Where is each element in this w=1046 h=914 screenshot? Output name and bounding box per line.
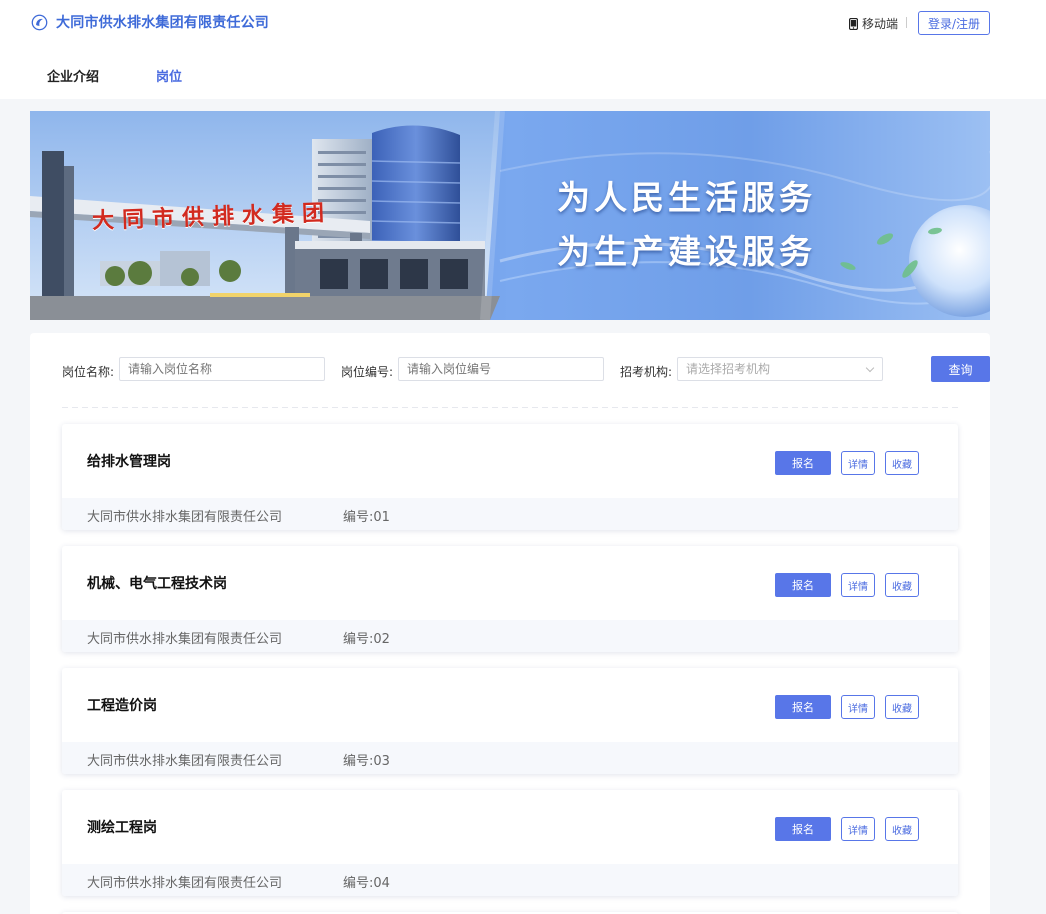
- job-company: 大同市供水排水集团有限责任公司: [87, 632, 283, 647]
- mobile-label: 移动端: [862, 17, 899, 31]
- job-card: 给排水管理岗 报名 详情 收藏 大同市供水排水集团有限责任公司 编号:01: [62, 424, 958, 530]
- job-code: 编号:01: [343, 510, 390, 525]
- query-button[interactable]: 查询: [931, 356, 990, 382]
- job-title[interactable]: 给排水管理岗: [87, 451, 171, 471]
- nav-item-company-intro[interactable]: 企业介绍: [47, 66, 99, 85]
- apply-button[interactable]: 报名: [775, 817, 831, 841]
- mobile-link[interactable]: 移动端: [849, 15, 898, 32]
- company-logo-icon: [31, 14, 48, 30]
- job-meta-row: 大同市供水排水集团有限责任公司 编号:02: [62, 620, 958, 652]
- position-name-input[interactable]: [119, 357, 325, 381]
- apply-button[interactable]: 报名: [775, 451, 831, 475]
- detail-button[interactable]: 详情: [841, 573, 875, 597]
- position-code-label: 岗位编号:: [341, 365, 394, 379]
- hero-banner: 大同市供排水集团 为人民生活服务 为生产建设服务: [30, 111, 990, 320]
- dashed-divider: [62, 407, 958, 408]
- detail-button[interactable]: 详情: [841, 451, 875, 475]
- chevron-down-icon: [865, 363, 875, 373]
- job-code: 编号:04: [343, 876, 390, 891]
- positions-panel: 岗位名称: 岗位编号: 招考机构: 请选择招考机构 查询 给排水管理岗 报名 详…: [30, 333, 990, 914]
- company-name: 大同市供水排水集团有限责任公司: [56, 15, 269, 31]
- job-card: 工程造价岗 报名 详情 收藏 大同市供水排水集团有限责任公司 编号:03: [62, 668, 958, 774]
- job-title[interactable]: 测绘工程岗: [87, 817, 157, 837]
- top-header: 大同市供水排水集团有限责任公司 移动端 登录/注册 企业介绍 岗位: [0, 0, 1046, 99]
- job-meta-row: 大同市供水排水集团有限责任公司 编号:03: [62, 742, 958, 774]
- login-register-button[interactable]: 登录/注册: [918, 11, 990, 35]
- job-code: 编号:03: [343, 754, 390, 769]
- job-company: 大同市供水排水集团有限责任公司: [87, 876, 283, 891]
- job-meta-row: 大同市供水排水集团有限责任公司 编号:04: [62, 864, 958, 896]
- favorite-button[interactable]: 收藏: [885, 573, 919, 597]
- phone-icon: [849, 17, 858, 30]
- job-company: 大同市供水排水集团有限责任公司: [87, 754, 283, 769]
- job-card: 测绘工程岗 报名 详情 收藏 大同市供水排水集团有限责任公司 编号:04: [62, 790, 958, 896]
- recruiting-org-select[interactable]: 请选择招考机构: [677, 357, 883, 381]
- job-title[interactable]: 工程造价岗: [87, 695, 157, 715]
- detail-button[interactable]: 详情: [841, 817, 875, 841]
- recruiting-org-placeholder: 请选择招考机构: [686, 362, 771, 376]
- nav-item-positions[interactable]: 岗位: [156, 66, 182, 85]
- header-separator: [906, 17, 907, 28]
- job-title[interactable]: 机械、电气工程技术岗: [87, 573, 227, 593]
- filter-bar: 岗位名称: 岗位编号: 招考机构: 请选择招考机构 查询: [62, 356, 990, 383]
- detail-button[interactable]: 详情: [841, 695, 875, 719]
- favorite-button[interactable]: 收藏: [885, 695, 919, 719]
- favorite-button[interactable]: 收藏: [885, 451, 919, 475]
- banner-slogan-line1: 为人民生活服务: [557, 178, 816, 217]
- main-nav: 企业介绍 岗位: [47, 66, 239, 85]
- position-code-input[interactable]: [398, 357, 604, 381]
- job-meta-row: 大同市供水排水集团有限责任公司 编号:01: [62, 498, 958, 530]
- position-name-label: 岗位名称:: [62, 365, 115, 379]
- apply-button[interactable]: 报名: [775, 573, 831, 597]
- apply-button[interactable]: 报名: [775, 695, 831, 719]
- recruiting-org-label: 招考机构:: [620, 365, 673, 379]
- favorite-button[interactable]: 收藏: [885, 817, 919, 841]
- brand[interactable]: 大同市供水排水集团有限责任公司: [31, 12, 269, 32]
- job-card: 机械、电气工程技术岗 报名 详情 收藏 大同市供水排水集团有限责任公司 编号:0…: [62, 546, 958, 652]
- job-code: 编号:02: [343, 632, 390, 647]
- job-company: 大同市供水排水集团有限责任公司: [87, 510, 283, 525]
- banner-slogan-line2: 为生产建设服务: [557, 232, 816, 271]
